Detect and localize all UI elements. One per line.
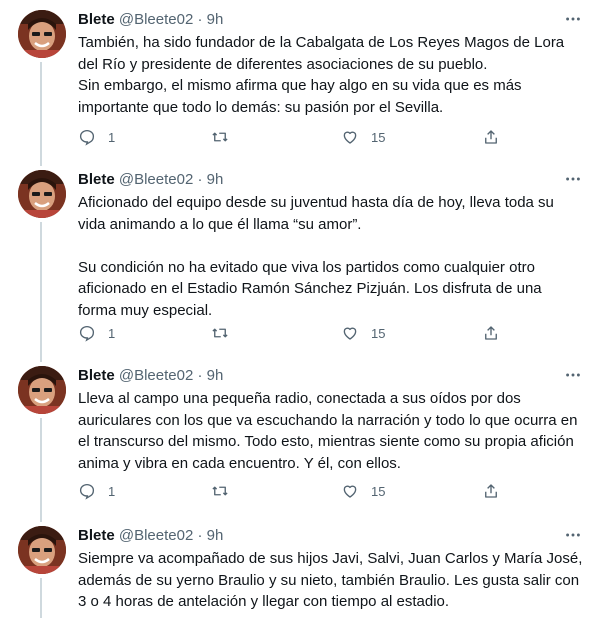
retweet-icon — [212, 486, 228, 496]
tweet-actions: 1 15 — [78, 481, 508, 501]
author-name[interactable]: Blete — [78, 171, 115, 188]
tweet-header: Blete @Bleete02 · 9h — [78, 170, 223, 190]
tweet-header: Blete @Bleete02 · 9h — [78, 526, 223, 546]
reply-count: 1 — [108, 483, 116, 499]
author-name[interactable]: Blete — [78, 527, 115, 544]
separator-dot: · — [197, 367, 203, 384]
like-count: 15 — [371, 483, 386, 499]
avatar[interactable] — [18, 170, 66, 218]
reply-button[interactable]: 1 — [78, 323, 115, 343]
reply-icon — [79, 129, 95, 146]
more-icon — [566, 17, 580, 21]
tweet[interactable]: Blete @Bleete02 · 9h También, ha sido fu… — [0, 0, 598, 160]
tweet-thread: Blete @Bleete02 · 9h También, ha sido fu… — [0, 0, 598, 618]
tweet[interactable]: Blete @Bleete02 · 9h Aficionado del equi… — [0, 160, 598, 356]
like-button[interactable]: 15 — [341, 323, 385, 343]
tweet-paragraph: Sin embargo, el mismo afirma que hay alg… — [78, 77, 522, 116]
share-button[interactable] — [482, 323, 500, 343]
tweet-text: También, ha sido fundador de la Cabalgat… — [78, 32, 583, 118]
share-button[interactable] — [482, 481, 500, 501]
more-icon — [566, 373, 580, 377]
tweet-paragraph: Su condición no ha evitado que viva los … — [78, 258, 542, 319]
tweet-paragraph: Aficionado del equipo desde su juventud … — [78, 194, 554, 233]
more-options-button[interactable] — [563, 525, 583, 545]
share-icon — [485, 484, 497, 498]
tweet-header: Blete @Bleete02 · 9h — [78, 10, 223, 30]
more-options-button[interactable] — [563, 9, 583, 29]
tweet-timestamp[interactable]: 9h — [207, 11, 224, 28]
share-icon — [485, 326, 497, 340]
reply-icon — [79, 483, 95, 500]
author-name[interactable]: Blete — [78, 367, 115, 384]
author-handle[interactable]: @Bleete02 — [119, 527, 193, 544]
tweet-text: Siempre va acompañado de sus hijos Javi,… — [78, 548, 583, 613]
like-count: 15 — [371, 129, 386, 145]
tweet-paragraph: Lleva al campo una pequeña radio, conect… — [78, 390, 578, 472]
more-icon — [566, 177, 580, 181]
avatar[interactable] — [18, 366, 66, 414]
tweet-text: Lleva al campo una pequeña radio, conect… — [78, 388, 583, 474]
tweet-paragraph: Siempre va acompañado de sus hijos Javi,… — [78, 550, 583, 610]
more-options-button[interactable] — [563, 365, 583, 385]
like-count: 15 — [371, 325, 386, 341]
tweet-timestamp[interactable]: 9h — [207, 367, 224, 384]
author-handle[interactable]: @Bleete02 — [119, 11, 193, 28]
like-icon — [343, 131, 357, 144]
reply-button[interactable]: 1 — [78, 481, 115, 501]
tweet[interactable]: Blete @Bleete02 · 9h Siempre va acompaña… — [0, 516, 598, 611]
reply-icon — [79, 325, 95, 342]
retweet-button[interactable] — [211, 323, 241, 343]
reply-button[interactable]: 1 — [78, 127, 115, 147]
retweet-button[interactable] — [211, 481, 241, 501]
separator-dot: · — [197, 171, 203, 188]
like-button[interactable]: 15 — [341, 127, 385, 147]
reply-count: 1 — [108, 325, 116, 341]
like-icon — [343, 485, 357, 498]
tweet-text: Aficionado del equipo desde su juventud … — [78, 192, 583, 321]
share-icon — [485, 130, 497, 144]
more-icon — [566, 533, 580, 537]
tweet-paragraph: También, ha sido fundador de la Cabalgat… — [78, 34, 565, 73]
tweet-actions: 1 15 — [78, 127, 508, 147]
tweet-timestamp[interactable]: 9h — [207, 527, 224, 544]
like-icon — [343, 327, 357, 340]
retweet-icon — [212, 132, 228, 142]
tweet-header: Blete @Bleete02 · 9h — [78, 366, 223, 386]
tweet[interactable]: Blete @Bleete02 · 9h Lleva al campo una … — [0, 356, 598, 516]
tweet-actions: 1 15 — [78, 323, 508, 343]
avatar[interactable] — [18, 10, 66, 58]
retweet-icon — [212, 328, 228, 338]
retweet-button[interactable] — [211, 127, 241, 147]
avatar[interactable] — [18, 526, 66, 574]
author-handle[interactable]: @Bleete02 — [119, 367, 193, 384]
author-name[interactable]: Blete — [78, 11, 115, 28]
reply-count: 1 — [108, 129, 116, 145]
share-button[interactable] — [482, 127, 500, 147]
separator-dot: · — [197, 11, 203, 28]
separator-dot: · — [197, 527, 203, 544]
more-options-button[interactable] — [563, 169, 583, 189]
tweet-timestamp[interactable]: 9h — [207, 171, 224, 188]
like-button[interactable]: 15 — [341, 481, 385, 501]
author-handle[interactable]: @Bleete02 — [119, 171, 193, 188]
